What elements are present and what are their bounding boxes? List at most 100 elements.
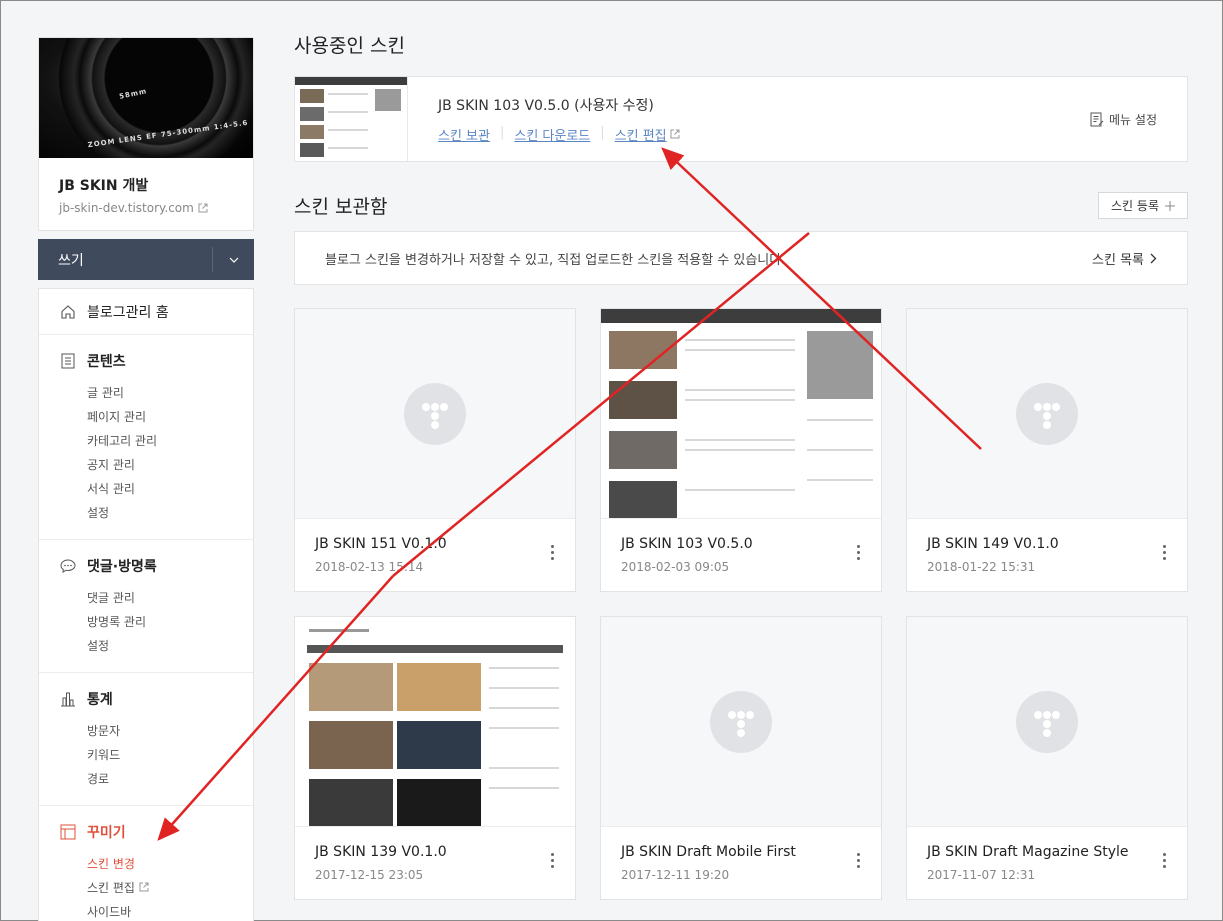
skin-card[interactable]: JB SKIN Draft Magazine Style 2017-11-07 …	[906, 616, 1188, 900]
menu-item-referrers[interactable]: 경로	[59, 767, 233, 791]
menu-home-label: 블로그관리 홈	[87, 304, 169, 321]
skin-thumbnail[interactable]	[907, 309, 1187, 519]
speech-bubble-icon	[59, 557, 77, 575]
skin-date: 2017-11-07 12:31	[927, 868, 1036, 882]
menu-item-categories[interactable]: 카테고리 관리	[59, 429, 233, 453]
blog-title[interactable]: JB SKIN 개발	[59, 175, 233, 195]
skin-thumbnail[interactable]	[907, 617, 1187, 827]
menu-item-notices[interactable]: 공지 관리	[59, 453, 233, 477]
skin-preview-image	[295, 77, 407, 161]
current-skin-title: 사용중인 스킨	[294, 35, 405, 57]
skin-register-label: 스킨 등록	[1111, 199, 1159, 213]
menu-head-stats[interactable]: 통계	[59, 689, 233, 709]
menu-head-label: 콘텐츠	[87, 354, 126, 370]
tistory-logo-icon	[1016, 690, 1078, 753]
more-options-icon[interactable]	[551, 853, 555, 868]
menu-head-label: 댓글·방명록	[87, 559, 157, 575]
skin-date: 2018-01-22 15:31	[927, 560, 1036, 574]
menu-section-contents: 콘텐츠 글 관리 페이지 관리 카테고리 관리 공지 관리 서식 관리 설정	[39, 335, 253, 540]
sidebar: 58mm ZOOM LENS EF 75-300mm 1:4-5.6 JB SK…	[38, 37, 254, 921]
skin-list-label: 스킨 목록	[1092, 252, 1144, 268]
skin-thumbnail[interactable]	[601, 617, 881, 827]
skin-card[interactable]: JB SKIN 139 V0.1.0 2017-12-15 23:05	[294, 616, 576, 900]
skin-date: 2017-12-11 19:20	[621, 868, 730, 882]
menu-section-stats: 통계 방문자 키워드 경로	[39, 673, 253, 806]
write-dropdown-toggle[interactable]	[213, 257, 254, 263]
write-button[interactable]: 쓰기	[38, 239, 254, 280]
current-skin-thumbnail[interactable]	[295, 77, 408, 161]
menu-setting-button[interactable]: 메뉴 설정	[1090, 111, 1157, 128]
more-options-icon[interactable]	[551, 545, 555, 560]
more-options-icon[interactable]	[857, 545, 861, 560]
menu-item-skin-edit-label: 스킨 편집	[87, 881, 135, 895]
menu-section-comments: 댓글·방명록 댓글 관리 방명록 관리 설정	[39, 540, 253, 673]
skin-name: JB SKIN 103 V0.5.0	[621, 536, 753, 552]
menu-item-templates[interactable]: 서식 관리	[59, 477, 233, 501]
tistory-logo-icon	[1016, 382, 1078, 445]
menu-setting-label: 메뉴 설정	[1109, 113, 1157, 127]
blog-thumbnail[interactable]: 58mm ZOOM LENS EF 75-300mm 1:4-5.6	[39, 38, 253, 158]
document-icon	[59, 352, 77, 370]
skin-date: 2018-02-13 15:14	[315, 560, 424, 574]
external-link-icon	[139, 882, 149, 892]
blog-url-link[interactable]: jb-skin-dev.tistory.com	[59, 201, 233, 215]
current-skin-name: JB SKIN 103 V0.5.0 (사용자 수정)	[438, 97, 654, 114]
menu-item-posts[interactable]: 글 관리	[59, 381, 233, 405]
camera-lens-image	[59, 38, 253, 158]
write-label: 쓰기	[58, 252, 84, 269]
plus-icon	[1165, 200, 1175, 211]
skin-name: JB SKIN 151 V0.1.0	[315, 536, 447, 552]
more-options-icon[interactable]	[1163, 545, 1167, 560]
external-link-icon	[198, 203, 208, 213]
skin-name: JB SKIN Draft Magazine Style	[927, 844, 1129, 860]
menu-item-contents-settings[interactable]: 설정	[59, 501, 233, 525]
menu-section-decorate: 꾸미기 스킨 변경 스킨 편집 사이드바 메뉴	[39, 806, 253, 921]
more-options-icon[interactable]	[857, 853, 861, 868]
skin-list-link[interactable]: 스킨 목록	[1092, 249, 1157, 268]
skin-date: 2018-02-03 09:05	[621, 560, 730, 574]
notice-text: 블로그 스킨을 변경하거나 저장할 수 있고, 직접 업로드한 스킨을 적용할 …	[325, 252, 786, 268]
tistory-logo-icon	[404, 382, 466, 445]
skin-download-link[interactable]: 스킨 다운로드	[504, 125, 600, 144]
skin-name: JB SKIN Draft Mobile First	[621, 844, 796, 860]
skin-edit-label: 스킨 편집	[614, 128, 667, 144]
blog-url: jb-skin-dev.tistory.com	[59, 201, 194, 215]
skin-date: 2017-12-15 23:05	[315, 868, 424, 882]
skin-thumbnail[interactable]	[295, 309, 575, 519]
menu-head-contents[interactable]: 콘텐츠	[59, 351, 233, 371]
skin-thumbnail[interactable]	[601, 309, 881, 519]
main-content: 사용중인 스킨 JB SKIN 103 V0.5.0 (사용자 수정) 스킨 보…	[294, 31, 1188, 900]
skin-register-button[interactable]: 스킨 등록	[1098, 192, 1188, 219]
skin-archive-link[interactable]: 스킨 보관	[438, 125, 500, 144]
skin-preview-image	[601, 309, 881, 518]
menu-item-skin-edit[interactable]: 스킨 편집	[59, 876, 233, 900]
tistory-logo-icon	[710, 690, 772, 753]
skin-card[interactable]: JB SKIN 103 V0.5.0 2018-02-03 09:05	[600, 308, 882, 592]
menu-item-comments-settings[interactable]: 설정	[59, 634, 233, 658]
skin-thumbnail[interactable]	[295, 617, 575, 827]
menu-item-pages[interactable]: 페이지 관리	[59, 405, 233, 429]
menu-item-comments[interactable]: 댓글 관리	[59, 586, 233, 610]
admin-menu: 블로그관리 홈 콘텐츠 글 관리 페이지 관리 카테고리 관리 공지 관리 서식…	[38, 288, 254, 921]
menu-blog-home[interactable]: 블로그관리 홈	[39, 289, 253, 335]
skin-grid: JB SKIN 151 V0.1.0 2018-02-13 15:14 JB S…	[294, 308, 1188, 900]
home-icon	[59, 303, 77, 321]
menu-item-skin-change[interactable]: 스킨 변경	[59, 852, 233, 876]
menu-item-guestbook[interactable]: 방명록 관리	[59, 610, 233, 634]
layout-icon	[59, 823, 77, 841]
skin-card[interactable]: JB SKIN 151 V0.1.0 2018-02-13 15:14	[294, 308, 576, 592]
edit-document-icon	[1090, 112, 1104, 127]
menu-head-comments[interactable]: 댓글·방명록	[59, 556, 233, 576]
skin-card[interactable]: JB SKIN Draft Mobile First 2017-12-11 19…	[600, 616, 882, 900]
skin-preview-image	[295, 617, 575, 826]
menu-item-visitors[interactable]: 방문자	[59, 719, 233, 743]
blog-card: 58mm ZOOM LENS EF 75-300mm 1:4-5.6 JB SK…	[38, 37, 254, 231]
more-options-icon[interactable]	[1163, 853, 1167, 868]
menu-item-keywords[interactable]: 키워드	[59, 743, 233, 767]
menu-item-sidebar[interactable]: 사이드바	[59, 900, 233, 921]
bar-chart-icon	[59, 690, 77, 708]
menu-head-label: 통계	[87, 692, 113, 708]
skin-edit-link[interactable]: 스킨 편집	[605, 125, 690, 144]
menu-head-decorate[interactable]: 꾸미기	[59, 822, 233, 842]
skin-card[interactable]: JB SKIN 149 V0.1.0 2018-01-22 15:31	[906, 308, 1188, 592]
